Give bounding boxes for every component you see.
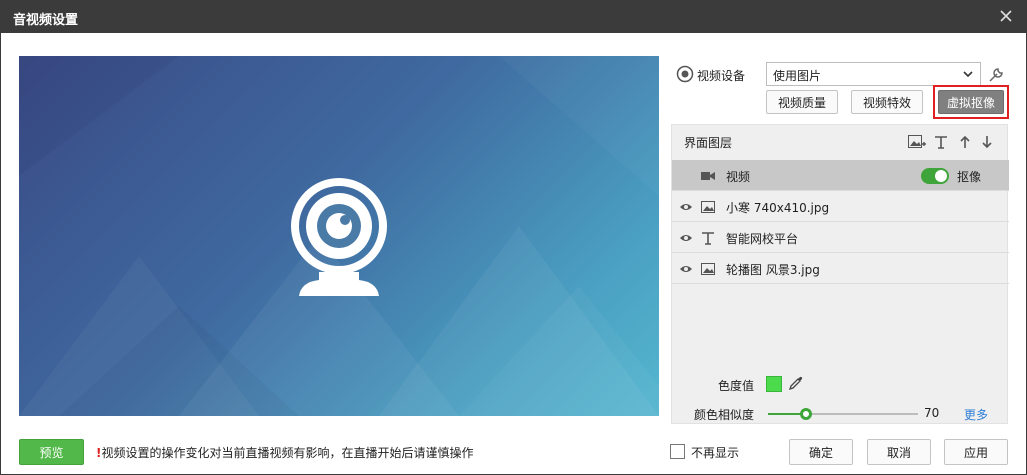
eye-icon[interactable] <box>679 231 693 245</box>
title-bar: 音视频设置 <box>1 1 1026 33</box>
move-down-icon[interactable] <box>978 134 996 150</box>
webcam-icon <box>291 178 387 296</box>
video-device-label: 视频设备 <box>697 69 746 83</box>
layer-name: 智能网校平台 <box>726 232 799 246</box>
video-camera-icon <box>701 172 715 180</box>
wrench-icon[interactable] <box>987 66 1005 84</box>
chevron-down-icon <box>963 71 973 78</box>
image-icon <box>701 263 715 275</box>
layer-row-video[interactable]: 视频 抠像 <box>672 160 1009 191</box>
layers-title: 界面图层 <box>684 136 733 150</box>
preview-button[interactable]: 预览 <box>19 439 84 465</box>
camera-icon <box>676 65 694 83</box>
eyedropper-icon[interactable] <box>788 375 804 391</box>
similarity-value: 70 <box>924 406 940 420</box>
add-image-icon[interactable] <box>908 134 926 150</box>
eye-icon[interactable] <box>679 262 693 276</box>
warning-text: 视频设置的操作变化对当前直播视频有影响，在直播开始后请谨慎操作 <box>101 446 474 460</box>
video-effects-button[interactable]: 视频特效 <box>851 90 923 114</box>
chroma-key-panel: 色度值 颜色相似度 70 更多 <box>671 362 1008 424</box>
move-up-icon[interactable] <box>956 134 974 150</box>
video-device-select[interactable]: 使用图片 <box>766 62 981 86</box>
close-icon[interactable] <box>996 6 1016 26</box>
more-link[interactable]: 更多 <box>964 406 988 423</box>
layer-row-image[interactable]: 小寒 740x410.jpg <box>672 191 1009 222</box>
video-quality-button[interactable]: 视频质量 <box>766 90 838 114</box>
layer-row-carousel[interactable]: 轮播图 风景3.jpg <box>672 253 1009 284</box>
dialog-footer: 预览 !视频设置的操作变化对当前直播视频有影响，在直播开始后请谨慎操作 不再显示… <box>1 433 1026 473</box>
image-icon <box>701 201 715 213</box>
virtual-matting-button[interactable]: 虚拟抠像 <box>938 90 1004 114</box>
warning-message: !视频设置的操作变化对当前直播视频有影响，在直播开始后请谨慎操作 <box>96 444 474 461</box>
layer-name: 轮播图 风景3.jpg <box>726 263 820 277</box>
apply-button[interactable]: 应用 <box>944 439 1008 465</box>
video-device-value: 使用图片 <box>773 69 822 83</box>
layer-name: 小寒 740x410.jpg <box>726 201 830 215</box>
similarity-slider[interactable] <box>768 408 918 420</box>
chroma-label: 色度值 <box>718 379 755 393</box>
virtual-matting-highlight: 虚拟抠像 <box>933 85 1009 119</box>
slider-handle[interactable] <box>799 408 812 420</box>
cancel-button[interactable]: 取消 <box>867 439 931 465</box>
text-icon <box>702 232 714 245</box>
add-text-icon[interactable] <box>932 134 950 150</box>
layer-name: 视频 <box>726 170 751 184</box>
similarity-label: 颜色相似度 <box>694 408 755 422</box>
layer-row-text[interactable]: 智能网校平台 <box>672 222 1009 253</box>
matting-toggle[interactable] <box>921 168 949 184</box>
layers-header: 界面图层 <box>672 125 1009 157</box>
dont-show-checkbox[interactable] <box>670 444 685 459</box>
toggle-knob <box>935 170 947 182</box>
video-preview <box>19 56 659 416</box>
ok-button[interactable]: 确定 <box>789 439 853 465</box>
matting-toggle-label: 抠像 <box>957 170 982 184</box>
audio-video-settings-dialog: 音视频设置 视频设备 使用图片 视频质量 视频特效 虚拟抠像 界面图层 视频 抠… <box>0 0 1027 475</box>
dialog-title: 音视频设置 <box>13 13 79 28</box>
eye-icon[interactable] <box>679 200 693 214</box>
dont-show-label: 不再显示 <box>691 446 740 460</box>
chroma-color-swatch[interactable] <box>766 376 782 392</box>
